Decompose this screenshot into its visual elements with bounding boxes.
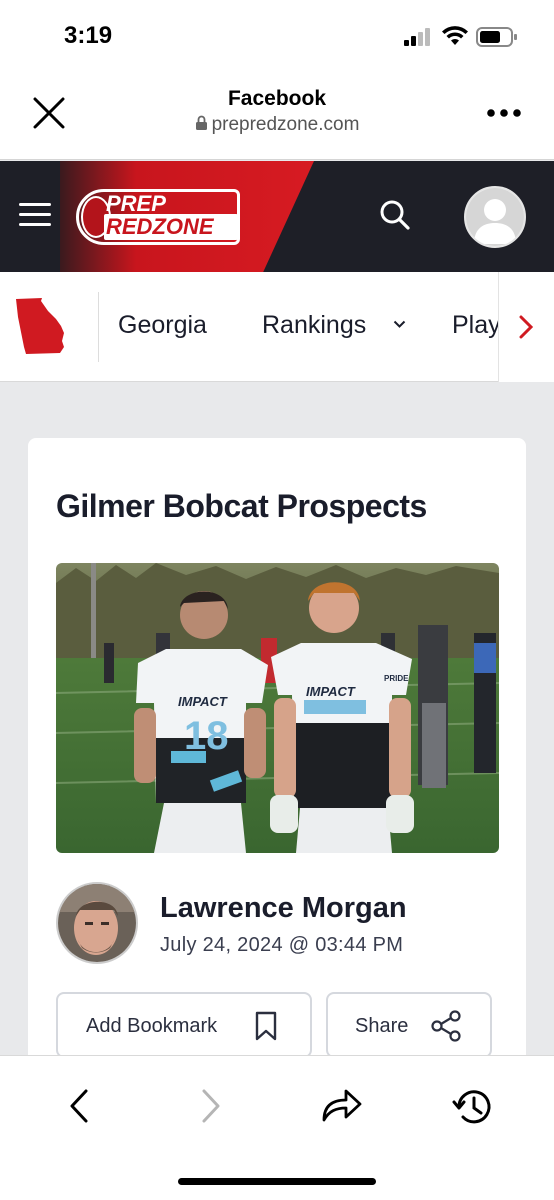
cellular-signal-icon — [404, 28, 430, 46]
status-bar: 3:19 — [0, 0, 554, 72]
site-logo[interactable]: PREP REDZONE — [76, 189, 240, 247]
author-name[interactable]: Lawrence Morgan — [160, 892, 407, 925]
search-icon[interactable] — [379, 199, 411, 231]
georgia-state-icon[interactable] — [14, 297, 68, 355]
jersey-number-left: 18 — [184, 714, 229, 758]
status-time: 3:19 — [64, 22, 113, 49]
user-avatar-button[interactable] — [464, 186, 526, 248]
browser-header: Facebook prepredzone.com — [0, 72, 554, 160]
url-text: prepredzone.com — [211, 114, 360, 135]
author-photo — [58, 884, 136, 962]
shoulder-text: PRIDE — [384, 674, 409, 683]
browser-title: Facebook — [227, 87, 327, 110]
jersey-text-left: IMPACT — [178, 694, 228, 709]
bookmark-icon — [255, 1011, 277, 1041]
hamburger-menu-icon[interactable] — [19, 201, 51, 227]
nav-item-georgia[interactable]: Georgia — [118, 311, 207, 340]
back-arrow-icon[interactable] — [66, 1088, 92, 1124]
share-button[interactable]: Share — [326, 992, 492, 1058]
nav-item-players[interactable]: Play — [452, 311, 498, 340]
publish-date: July 24, 2024 @ 03:44 PM — [160, 934, 404, 956]
article-hero-image[interactable]: IMPACT 18 IMPACT PRIDE — [56, 563, 499, 853]
wifi-icon — [442, 26, 468, 45]
battery-icon — [476, 27, 517, 47]
add-bookmark-button[interactable]: Add Bookmark — [56, 992, 312, 1058]
forward-arrow-icon[interactable] — [198, 1088, 224, 1124]
share-arrow-icon[interactable] — [320, 1086, 364, 1124]
browser-toolbar — [0, 1055, 554, 1200]
nav-divider — [98, 292, 99, 362]
football-players-photo: IMPACT 18 IMPACT PRIDE — [56, 563, 499, 853]
nav-scroll-right-button[interactable] — [498, 272, 554, 382]
add-bookmark-label: Add Bookmark — [86, 1015, 218, 1037]
nav-item-rankings[interactable]: Rankings — [262, 311, 366, 340]
author-avatar[interactable] — [56, 882, 138, 964]
section-nav: Georgia Rankings Play — [0, 272, 554, 382]
jersey-text-right: IMPACT — [306, 684, 356, 699]
article-title: Gilmer Bobcat Prospects — [56, 488, 427, 524]
url-bar[interactable]: prepredzone.com — [0, 114, 554, 136]
logo-text-redzone: REDZONE — [106, 214, 214, 239]
article-card: Gilmer Bobcat Prospects IMPACT 18 IMPACT… — [28, 438, 526, 1078]
default-user-icon — [466, 188, 524, 246]
home-indicator[interactable] — [178, 1178, 376, 1185]
more-options-icon[interactable] — [486, 108, 522, 118]
chevron-down-icon[interactable] — [393, 320, 406, 329]
share-nodes-icon — [431, 1010, 461, 1042]
lock-icon — [195, 115, 207, 130]
share-label: Share — [355, 1015, 409, 1037]
history-icon[interactable] — [452, 1086, 494, 1128]
chevron-right-icon — [519, 315, 534, 339]
